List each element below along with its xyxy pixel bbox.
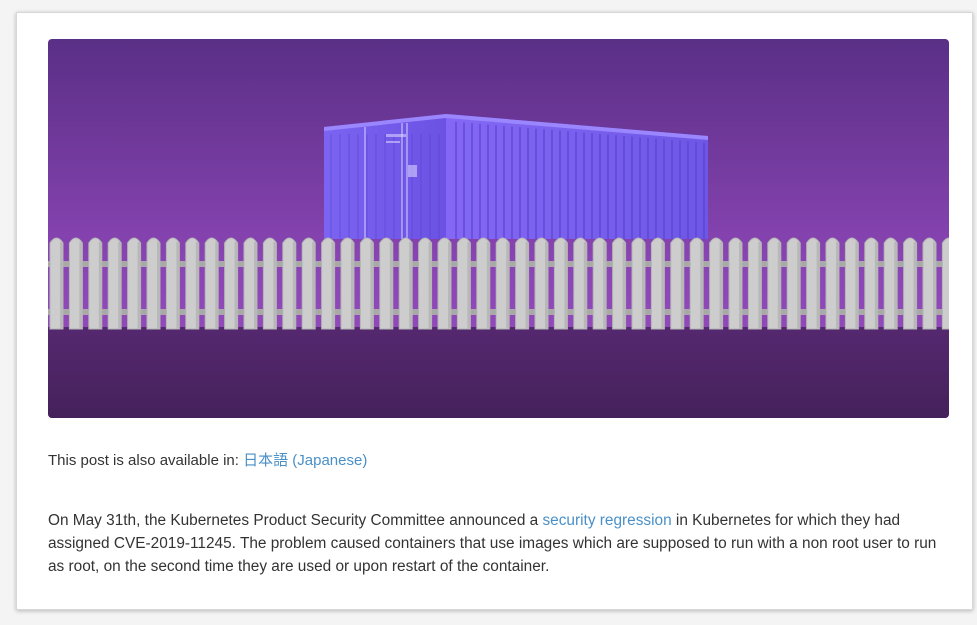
shipping-container-icon bbox=[324, 114, 708, 239]
security-regression-link[interactable]: security regression bbox=[542, 512, 671, 529]
japanese-link[interactable]: 日本語 (Japanese) bbox=[243, 452, 367, 469]
post-card: This post is also available in: 日本語 (Jap… bbox=[16, 12, 973, 610]
ground bbox=[48, 327, 949, 418]
availability-prefix: This post is also available in: bbox=[48, 452, 244, 469]
availability-note: This post is also available in: 日本語 (Jap… bbox=[48, 449, 367, 470]
hero-image bbox=[48, 39, 949, 418]
paragraph-text-1: On May 31th, the Kubernetes Product Secu… bbox=[48, 512, 543, 529]
container-fence-illustration bbox=[48, 39, 949, 418]
post-paragraph: On May 31th, the Kubernetes Product Secu… bbox=[48, 509, 948, 578]
